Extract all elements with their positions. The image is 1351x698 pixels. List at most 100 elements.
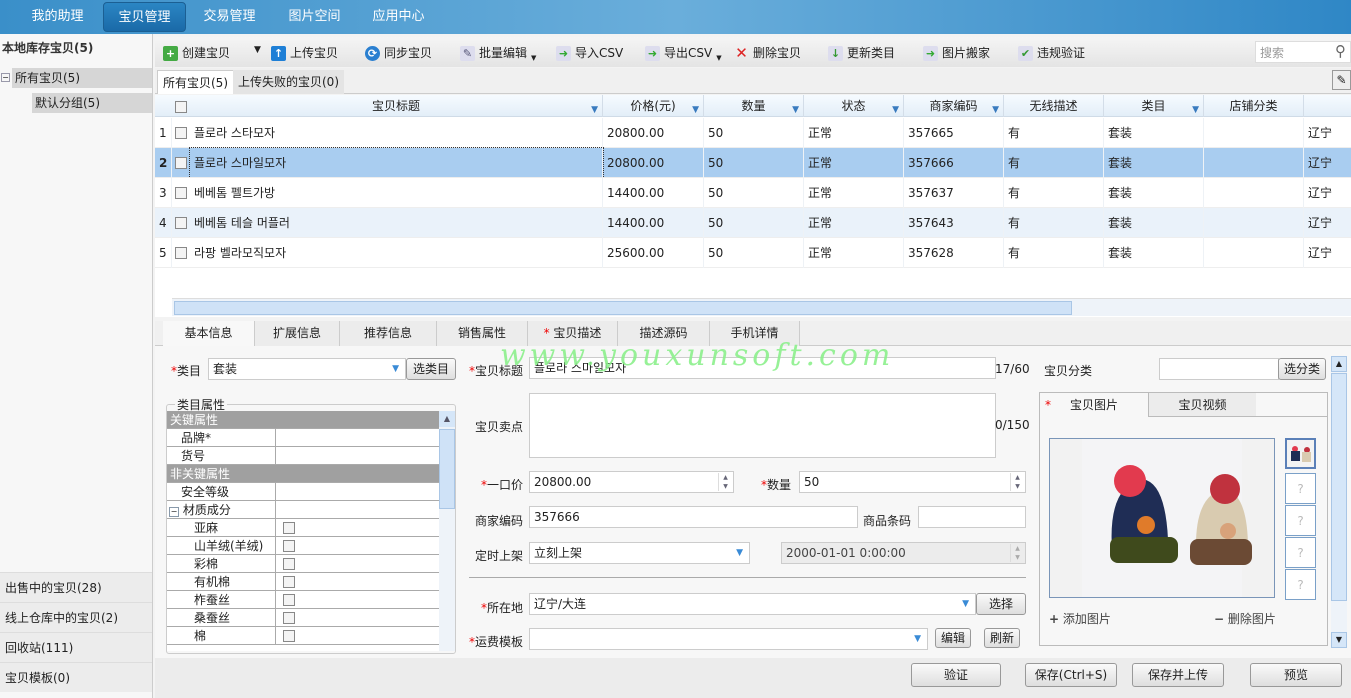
- merchant-code-input[interactable]: 357666: [529, 506, 858, 528]
- sidebar-selling[interactable]: 出售中的宝贝(28): [0, 572, 152, 602]
- tab-desc-source[interactable]: 描述源码: [618, 321, 710, 346]
- horizontal-scrollbar[interactable]: [172, 298, 1351, 316]
- col-price[interactable]: 价格(元) ▼: [603, 95, 704, 117]
- material-checkbox[interactable]: [283, 594, 295, 606]
- form-scrollbar[interactable]: ▲ ▼: [1331, 356, 1347, 648]
- schedule-select[interactable]: 立刻上架 ▼: [529, 542, 750, 564]
- import-csv-button[interactable]: ➜ 导入CSV: [556, 43, 623, 63]
- col-province[interactable]: 省: [1304, 95, 1351, 117]
- nav-tab-items[interactable]: 宝贝管理: [103, 2, 186, 32]
- row-checkbox[interactable]: [175, 127, 187, 139]
- col-qty[interactable]: 数量 ▼: [704, 95, 804, 117]
- material-checkbox[interactable]: [283, 522, 295, 534]
- nav-tab-assistant[interactable]: 我的助理: [20, 2, 95, 32]
- material-option[interactable]: 有机棉: [167, 573, 439, 591]
- delete-image-button[interactable]: − 删除图片: [1214, 610, 1276, 627]
- tab-sales-attrs[interactable]: 销售属性: [437, 321, 528, 346]
- col-shop-category[interactable]: 店铺分类: [1204, 95, 1304, 117]
- tree-all-items[interactable]: 所有宝贝(5): [12, 68, 152, 88]
- qty-input[interactable]: 50 ▲ ▼: [799, 471, 1026, 493]
- upload-item-button[interactable]: ↑ 上传宝贝: [271, 43, 338, 63]
- collapse-icon[interactable]: −: [1, 73, 10, 82]
- tab-extended[interactable]: 扩展信息: [255, 321, 340, 346]
- edit-shipping-button[interactable]: 编辑: [935, 628, 971, 648]
- prop-sku[interactable]: 货号: [167, 447, 439, 465]
- update-category-button[interactable]: ↓ 更新类目: [828, 43, 895, 63]
- thumbnail-empty-2[interactable]: ?: [1285, 473, 1316, 504]
- dropdown-arrow-icon[interactable]: ▼: [254, 45, 261, 55]
- table-row[interactable]: 1 플로라 스타모자 20800.00 50 正常 357665 有套装 辽宁: [155, 118, 1351, 148]
- row-checkbox[interactable]: [175, 157, 187, 169]
- sync-item-button[interactable]: ⟳ 同步宝贝: [365, 43, 432, 63]
- shop-category-input[interactable]: [1159, 358, 1279, 380]
- shipping-template-select[interactable]: ▼: [529, 628, 928, 650]
- material-checkbox[interactable]: [283, 630, 295, 642]
- sidebar-templates[interactable]: 宝贝模板(0): [0, 662, 152, 692]
- selling-points-textarea[interactable]: [529, 393, 996, 458]
- image-move-button[interactable]: ➜ 图片搬家: [923, 43, 990, 63]
- material-checkbox[interactable]: [283, 540, 295, 552]
- col-wireless[interactable]: 无线描述: [1004, 95, 1104, 117]
- main-image[interactable]: [1049, 438, 1275, 598]
- tab-basic[interactable]: 基本信息: [163, 321, 255, 346]
- row-checkbox[interactable]: [175, 187, 187, 199]
- material-option[interactable]: 棉: [167, 627, 439, 645]
- search-icon[interactable]: ⚲: [1335, 42, 1346, 60]
- location-select[interactable]: 辽宁/大连 ▼: [529, 593, 976, 615]
- tab-upload-failed[interactable]: 上传失败的宝贝(0): [233, 70, 344, 94]
- save-button[interactable]: 保存(Ctrl+S): [1025, 663, 1117, 687]
- sidebar-warehouse[interactable]: 线上仓库中的宝贝(2): [0, 602, 152, 632]
- thumbnail-1[interactable]: [1285, 438, 1316, 469]
- tab-item-images[interactable]: * 宝贝图片: [1040, 393, 1148, 417]
- table-row[interactable]: 5 라팡 벨라모직모자 25600.00 50 正常 357628 有套装 辽宁: [155, 238, 1351, 268]
- material-option[interactable]: 彩棉: [167, 555, 439, 573]
- scroll-thumb[interactable]: [174, 301, 1072, 315]
- delete-item-button[interactable]: ✕ 删除宝贝: [734, 43, 801, 63]
- sidebar-recycle[interactable]: 回收站(111): [0, 632, 152, 662]
- thumbnail-empty-5[interactable]: ?: [1285, 569, 1316, 600]
- property-scrollbar[interactable]: ▲: [439, 411, 455, 651]
- material-option[interactable]: 柞蚕丝: [167, 591, 439, 609]
- select-all-checkbox[interactable]: [172, 95, 190, 117]
- material-option[interactable]: 亚麻: [167, 519, 439, 537]
- table-row[interactable]: 3 베베톰 펠트가방 14400.00 50 正常 357637 有套装 辽宁: [155, 178, 1351, 208]
- nav-tab-images[interactable]: 图片空间: [277, 2, 352, 32]
- prop-safety[interactable]: 安全等级: [167, 483, 439, 501]
- verify-button[interactable]: 验证: [911, 663, 1001, 687]
- prop-material[interactable]: − 材质成分: [167, 501, 439, 519]
- tab-mobile[interactable]: 手机详情: [710, 321, 800, 346]
- thumbnail-empty-4[interactable]: ?: [1285, 537, 1316, 568]
- col-code[interactable]: 商家编码 ▼: [904, 95, 1004, 117]
- add-image-button[interactable]: + 添加图片: [1049, 610, 1111, 627]
- tab-description[interactable]: * 宝贝描述: [528, 321, 618, 346]
- row-checkbox[interactable]: [175, 217, 187, 229]
- material-checkbox[interactable]: [283, 576, 295, 588]
- location-select-button[interactable]: 选择: [976, 593, 1026, 615]
- tab-recommend[interactable]: 推荐信息: [340, 321, 437, 346]
- price-input[interactable]: 20800.00 ▲ ▼: [529, 471, 734, 493]
- tab-all-items[interactable]: 所有宝贝(5): [157, 70, 234, 94]
- export-csv-button[interactable]: ➜ 导出CSV ▼: [645, 43, 722, 63]
- thumbnail-empty-3[interactable]: ?: [1285, 505, 1316, 536]
- tab-item-video[interactable]: 宝贝视频: [1148, 393, 1256, 417]
- nav-tab-trade[interactable]: 交易管理: [192, 2, 267, 32]
- refresh-shipping-button[interactable]: 刷新: [984, 628, 1020, 648]
- material-option[interactable]: 山羊绒(羊绒): [167, 537, 439, 555]
- column-edit-icon[interactable]: ✎: [1332, 70, 1351, 90]
- title-input[interactable]: 플로라 스마일모자: [529, 357, 996, 379]
- tree-default-group[interactable]: 默认分组(5): [32, 93, 152, 113]
- preview-button[interactable]: 预览: [1250, 663, 1342, 687]
- col-title[interactable]: 宝贝标题 ▼: [190, 95, 603, 117]
- batch-edit-button[interactable]: ✎ 批量编辑 ▼: [460, 43, 536, 63]
- table-row[interactable]: 4 베베톰 테슬 머플러 14400.00 50 正常 357643 有套装 辽宁: [155, 208, 1351, 238]
- select-category-button[interactable]: 选类目: [406, 358, 456, 380]
- save-upload-button[interactable]: 保存并上传: [1132, 663, 1224, 687]
- row-checkbox[interactable]: [175, 247, 187, 259]
- barcode-input[interactable]: [918, 506, 1026, 528]
- col-category[interactable]: 类目 ▼: [1104, 95, 1204, 117]
- nav-tab-apps[interactable]: 应用中心: [361, 2, 436, 32]
- create-item-button[interactable]: + 创建宝贝: [163, 43, 230, 63]
- violation-check-button[interactable]: ✔ 违规验证: [1018, 43, 1085, 63]
- table-row[interactable]: 2 플로라 스마일모자 20800.00 50 正常 357666 有套装 辽宁: [155, 147, 1351, 179]
- category-select[interactable]: 套装 ▼: [208, 358, 406, 380]
